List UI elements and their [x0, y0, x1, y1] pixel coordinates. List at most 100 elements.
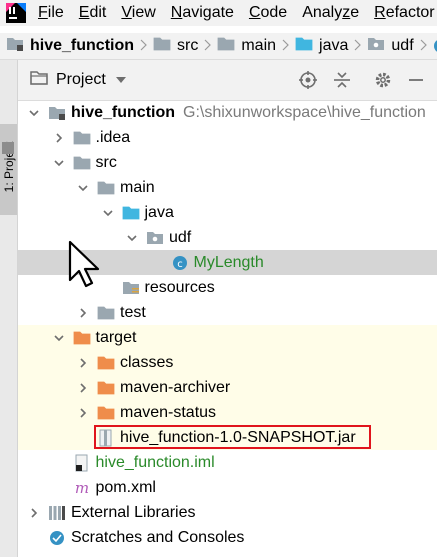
scratches-icon: [48, 530, 66, 546]
tree-item-label: hive_function.iml: [95, 453, 215, 471]
tree-item-label: resources: [144, 278, 215, 296]
tree-item-label: maven-archiver: [120, 378, 231, 396]
chevron-right-icon[interactable]: [75, 380, 91, 396]
tree-item-java[interactable]: java: [18, 200, 437, 225]
tree-item-classes[interactable]: classes: [18, 350, 437, 375]
tree-item-main[interactable]: main: [18, 175, 437, 200]
source-folder-icon: [122, 205, 140, 221]
maven-file-icon: m: [73, 480, 91, 496]
excluded-folder-icon: [97, 380, 115, 396]
chevron-down-icon[interactable]: [124, 230, 140, 246]
menu-view[interactable]: View: [121, 4, 155, 22]
package-icon: [146, 230, 164, 246]
chevron-down-icon[interactable]: [51, 330, 67, 346]
project-panel-header: Project: [18, 60, 437, 101]
chevron-right-icon[interactable]: [75, 405, 91, 421]
tree-item-pom-xml[interactable]: m pom.xml: [18, 475, 437, 500]
project-panel-title: Project: [56, 71, 106, 88]
chevron-down-icon[interactable]: [75, 180, 91, 196]
excluded-folder-icon: [97, 355, 115, 371]
tree-item-label: hive_function: [71, 103, 176, 121]
folder-icon: [73, 130, 91, 146]
chevron-right-icon[interactable]: [51, 130, 67, 146]
breadcrumb-item[interactable]: src: [153, 36, 198, 56]
intellij-logo-icon[interactable]: [6, 3, 26, 23]
folder-icon: [97, 305, 115, 321]
menu-bar: File Edit View Navigate Code Analyze Refactor: [0, 0, 437, 26]
breadcrumb-label: hive_function: [30, 37, 135, 54]
breadcrumb-item[interactable]: main: [217, 36, 276, 56]
tree-item-scratches-and-consoles[interactable]: Scratches and Consoles: [18, 525, 437, 550]
project-view-selector[interactable]: Project: [30, 70, 126, 90]
breadcrumb-item[interactable]: udf: [367, 36, 414, 56]
mouse-cursor-icon: [68, 240, 102, 293]
chevron-right-icon: [354, 38, 362, 55]
breadcrumb-label: java: [319, 37, 349, 54]
menu-refactor[interactable]: Refactor: [374, 4, 434, 22]
menu-navigate[interactable]: Navigate: [171, 4, 234, 22]
tree-item-label: External Libraries: [71, 503, 196, 521]
chevron-down-icon[interactable]: [100, 205, 116, 221]
class-icon: c: [171, 255, 189, 271]
chevron-down-icon: [115, 71, 126, 89]
chevron-right-icon[interactable]: [26, 505, 42, 521]
tree-item-maven-archiver[interactable]: maven-archiver: [18, 375, 437, 400]
structure-tool-icon[interactable]: [2, 142, 14, 154]
tree-item-label: udf: [169, 228, 192, 246]
resources-folder-icon: [122, 280, 140, 296]
tree-item-label: MyLength: [193, 253, 264, 271]
project-tool-tab-label: 1: Project: [2, 141, 16, 193]
tree-item-label: .idea: [95, 128, 131, 146]
breadcrumb-label: main: [241, 37, 277, 54]
tree-item-label: maven-status: [120, 403, 217, 421]
tree-item-test[interactable]: test: [18, 300, 437, 325]
iml-file-icon: [73, 454, 91, 471]
tree-item-label: classes: [120, 353, 174, 371]
module-folder-icon: [48, 105, 66, 121]
menu-analyze[interactable]: Analyze: [302, 4, 359, 22]
libraries-icon: [48, 505, 66, 521]
breadcrumb-label: src: [177, 37, 199, 54]
svg-text:m: m: [74, 480, 88, 496]
tree-item-label: pom.xml: [95, 478, 156, 496]
tree-item-hive-function-iml[interactable]: hive_function.iml: [18, 450, 437, 475]
tree-item-label: target: [95, 328, 137, 346]
jar-highlight-box: [94, 425, 371, 449]
gear-icon[interactable]: [373, 70, 393, 90]
tree-item-hive-function[interactable]: hive_function G:\shixunworkspace\hive_fun…: [18, 100, 437, 125]
chevron-right-icon[interactable]: [75, 355, 91, 371]
menu-code[interactable]: Code: [249, 4, 287, 22]
tree-item-src[interactable]: src: [18, 150, 437, 175]
left-tool-strip: 1: Project: [0, 60, 18, 557]
project-tool-tab[interactable]: 1: Project: [0, 124, 17, 215]
target-icon[interactable]: [298, 70, 318, 90]
chevron-down-icon[interactable]: [51, 155, 67, 171]
breadcrumb: hive_function src main java udf C: [0, 33, 437, 60]
tree-item-target[interactable]: target: [18, 325, 437, 350]
chevron-right-icon: [140, 38, 147, 55]
breadcrumb-label: udf: [391, 37, 414, 54]
tree-item-path: G:\shixunworkspace\hive_function: [183, 103, 426, 121]
breadcrumb-label: C: [433, 38, 437, 54]
minimize-icon[interactable]: [406, 70, 426, 90]
class-icon: C: [433, 38, 437, 54]
source-folder-icon: [295, 36, 313, 56]
breadcrumb-item[interactable]: java: [295, 36, 348, 56]
breadcrumb-item[interactable]: C: [433, 38, 437, 54]
folder-icon: [73, 155, 91, 171]
breadcrumb-item[interactable]: hive_function: [6, 36, 134, 56]
menu-file[interactable]: File: [38, 4, 64, 22]
tree-item-label: test: [120, 303, 146, 321]
tree-item-idea[interactable]: .idea: [18, 125, 437, 150]
collapse-icon[interactable]: [332, 70, 352, 90]
tree-item-maven-status[interactable]: maven-status: [18, 400, 437, 425]
excluded-folder-icon: [97, 405, 115, 421]
menu-edit[interactable]: Edit: [79, 4, 107, 22]
chevron-right-icon: [282, 38, 289, 55]
chevron-down-icon[interactable]: [26, 105, 42, 121]
folder-icon: [97, 180, 115, 196]
chevron-right-icon[interactable]: [75, 305, 91, 321]
chevron-right-icon: [204, 38, 212, 55]
tree-item-external-libraries[interactable]: External Libraries: [18, 500, 437, 525]
